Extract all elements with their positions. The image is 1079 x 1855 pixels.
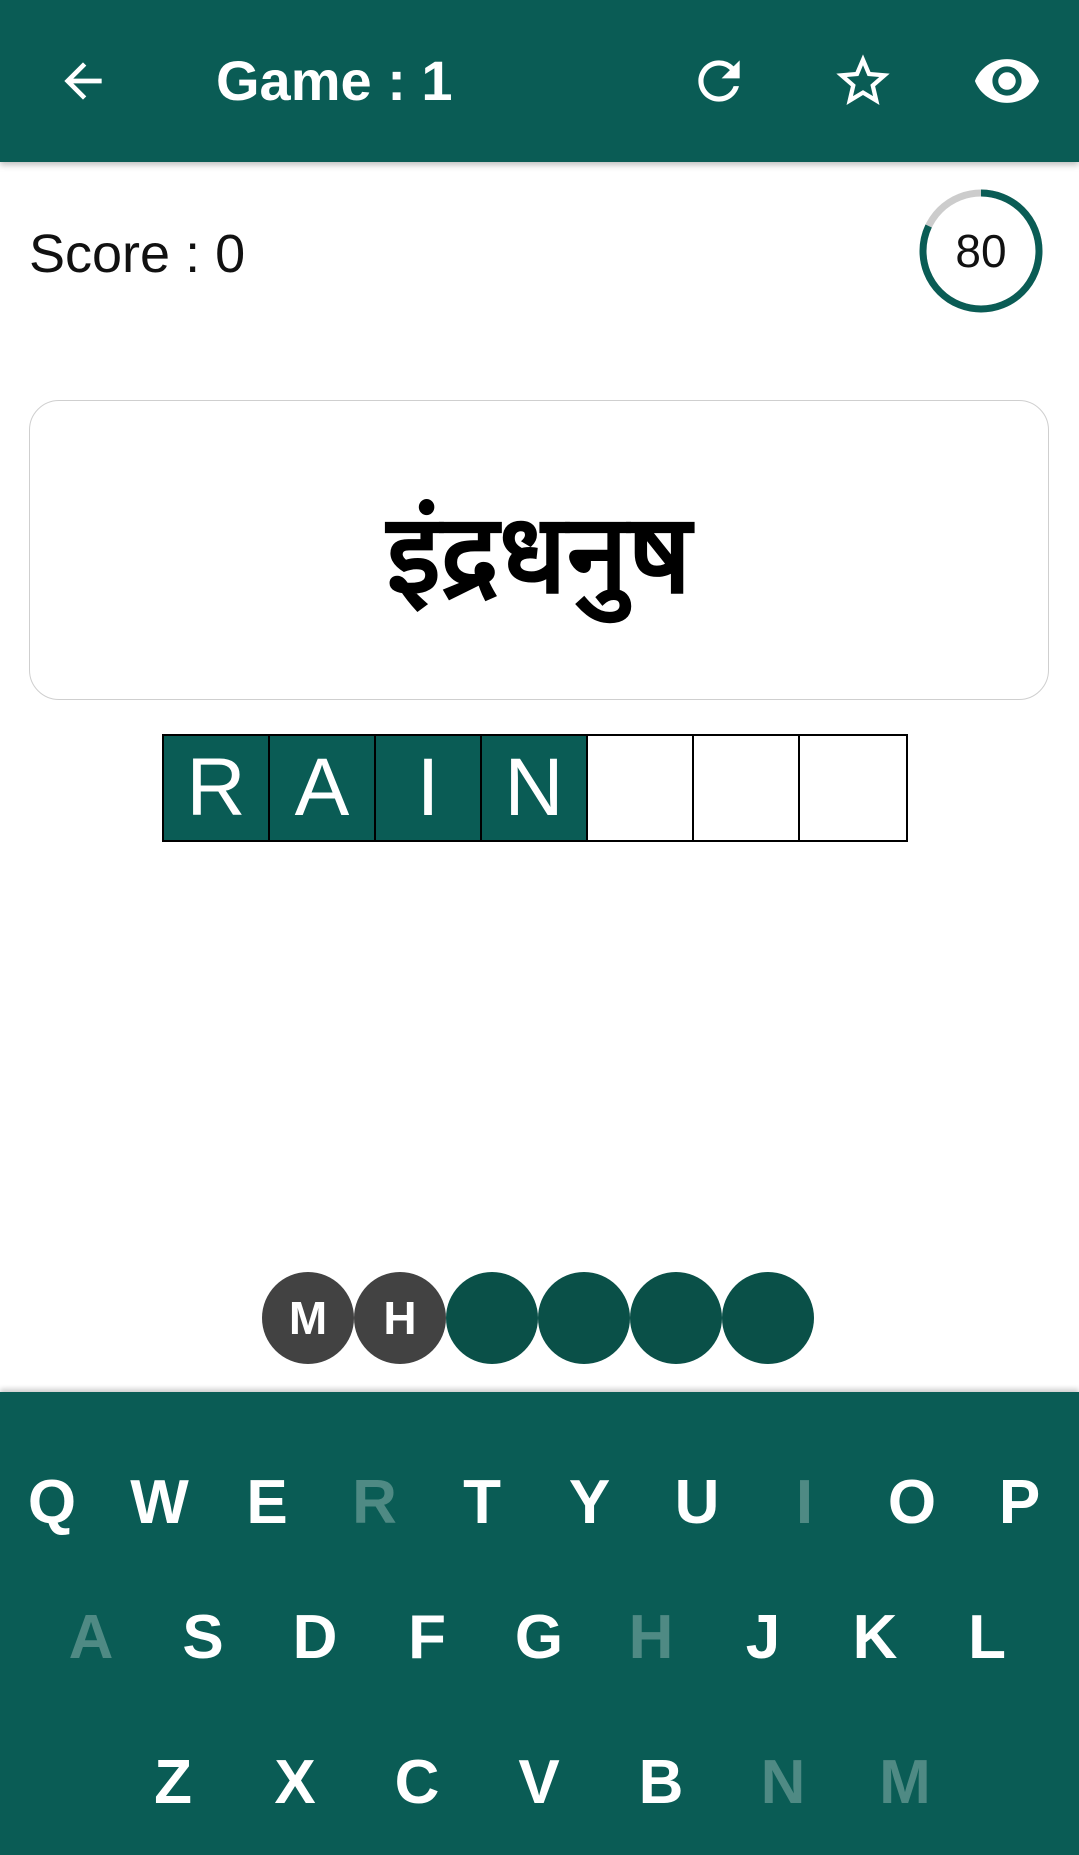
hint-bubble[interactable] bbox=[722, 1272, 814, 1364]
star-outline-icon bbox=[836, 54, 890, 105]
key-l[interactable]: L bbox=[942, 1587, 1032, 1687]
key-d[interactable]: D bbox=[270, 1587, 360, 1687]
key-b[interactable]: B bbox=[616, 1732, 706, 1832]
key-a[interactable]: A bbox=[46, 1587, 136, 1687]
hindi-word: इंद्रधनुष bbox=[386, 490, 692, 618]
key-g[interactable]: G bbox=[494, 1587, 584, 1687]
key-r[interactable]: R bbox=[330, 1452, 420, 1552]
reveal-button[interactable] bbox=[967, 41, 1047, 121]
key-j[interactable]: J bbox=[718, 1587, 808, 1687]
letter-keyboard: QWERTYUIOP ASDFGHJKL ZXCVBNM bbox=[0, 1392, 1079, 1855]
hint-bubble[interactable] bbox=[538, 1272, 630, 1364]
key-x[interactable]: X bbox=[250, 1732, 340, 1832]
key-i[interactable]: I bbox=[760, 1452, 850, 1552]
answer-tile[interactable]: A bbox=[270, 736, 376, 840]
answer-tile[interactable]: N bbox=[482, 736, 588, 840]
countdown-timer: 80 bbox=[917, 187, 1045, 315]
back-button[interactable] bbox=[43, 41, 123, 121]
answer-tiles: RAIN bbox=[162, 734, 908, 842]
key-t[interactable]: T bbox=[437, 1452, 527, 1552]
key-e[interactable]: E bbox=[222, 1452, 312, 1552]
key-z[interactable]: Z bbox=[128, 1732, 218, 1832]
answer-tile[interactable]: R bbox=[164, 736, 270, 840]
key-w[interactable]: W bbox=[115, 1452, 205, 1552]
key-s[interactable]: S bbox=[158, 1587, 248, 1687]
answer-tile[interactable] bbox=[588, 736, 694, 840]
hint-bubble[interactable]: H bbox=[354, 1272, 446, 1364]
key-h[interactable]: H bbox=[606, 1587, 696, 1687]
game-title: Game : 1 bbox=[216, 49, 453, 112]
score-label: Score : 0 bbox=[29, 224, 246, 284]
key-u[interactable]: U bbox=[652, 1452, 742, 1552]
arrow-back-icon bbox=[64, 62, 102, 100]
hint-bubble[interactable] bbox=[446, 1272, 538, 1364]
key-k[interactable]: K bbox=[830, 1587, 920, 1687]
key-v[interactable]: V bbox=[494, 1732, 584, 1832]
answer-tile[interactable]: I bbox=[376, 736, 482, 840]
timer-value: 80 bbox=[955, 225, 1007, 277]
app-bar: Game : 1 bbox=[0, 0, 1079, 162]
answer-tile[interactable] bbox=[800, 736, 906, 840]
key-q[interactable]: Q bbox=[7, 1452, 97, 1552]
key-o[interactable]: O bbox=[867, 1452, 957, 1552]
eye-icon bbox=[974, 59, 1040, 103]
key-n[interactable]: N bbox=[738, 1732, 828, 1832]
key-m[interactable]: M bbox=[860, 1732, 950, 1832]
answer-tile[interactable] bbox=[694, 736, 800, 840]
key-p[interactable]: P bbox=[975, 1452, 1065, 1552]
hint-bubbles: MH bbox=[262, 1272, 814, 1364]
hint-bubble[interactable]: M bbox=[262, 1272, 354, 1364]
hint-bubble[interactable] bbox=[630, 1272, 722, 1364]
key-c[interactable]: C bbox=[372, 1732, 462, 1832]
question-card: इंद्रधनुष bbox=[29, 400, 1049, 700]
favorite-button[interactable] bbox=[823, 41, 903, 121]
key-y[interactable]: Y bbox=[545, 1452, 635, 1552]
key-f[interactable]: F bbox=[382, 1587, 472, 1687]
refresh-icon bbox=[698, 60, 740, 102]
refresh-button[interactable] bbox=[679, 41, 759, 121]
